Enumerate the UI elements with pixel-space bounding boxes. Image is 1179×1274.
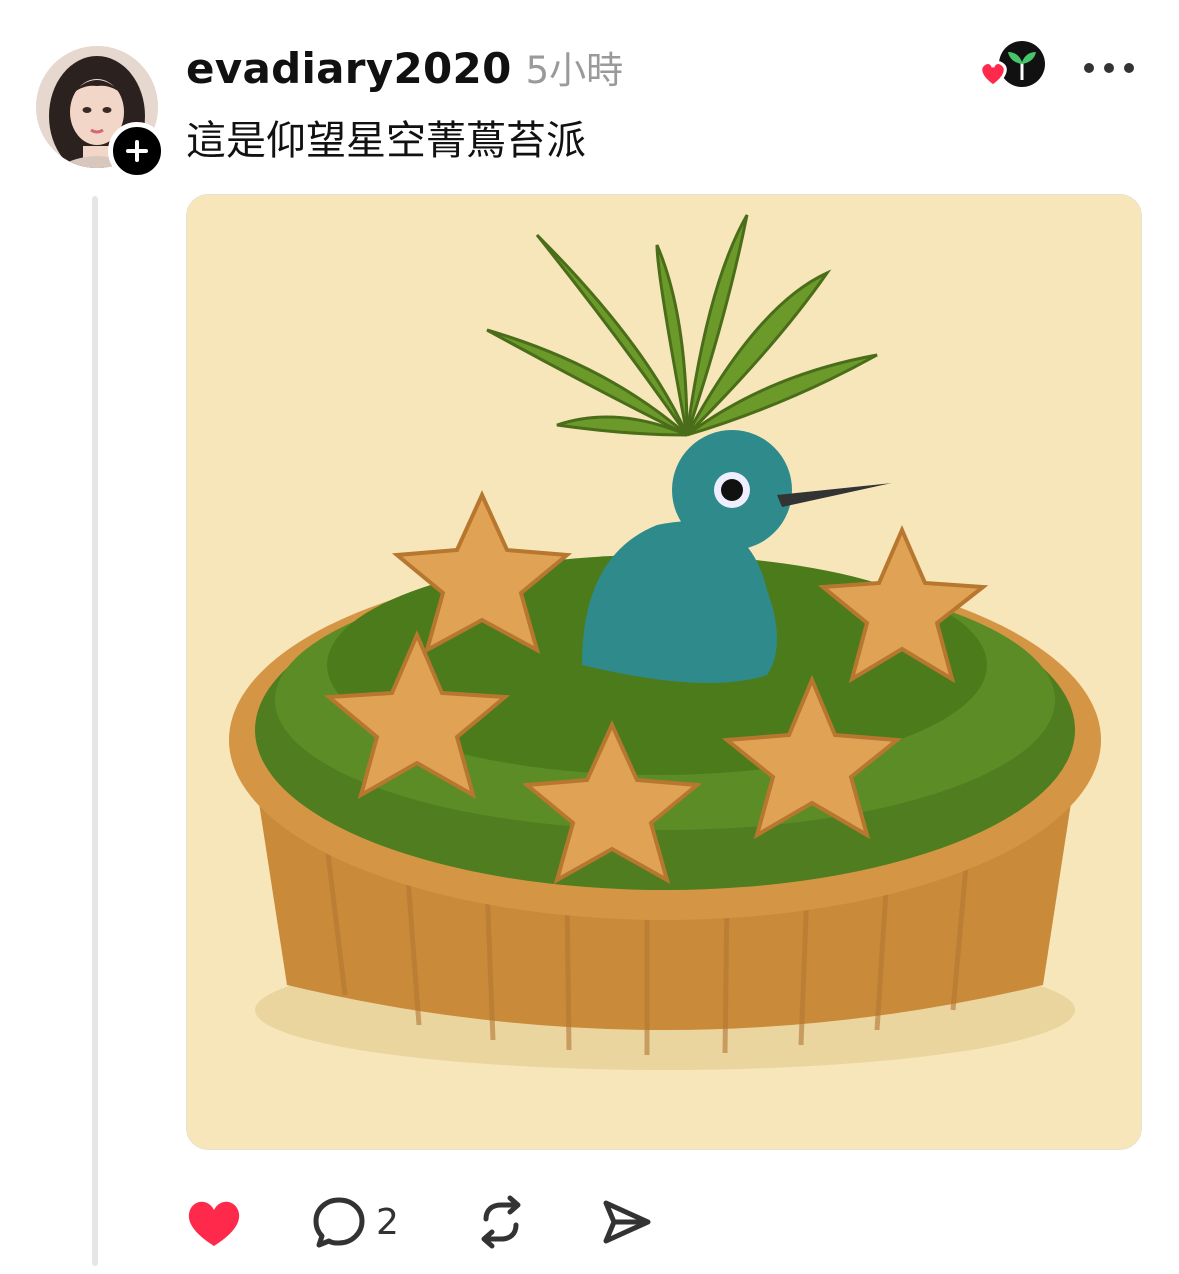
dot-icon — [1124, 63, 1134, 73]
post-image[interactable] — [186, 194, 1142, 1150]
post-text: 這是仰望星空菁蔦苔派 — [186, 118, 586, 164]
comment-count: 2 — [376, 1201, 399, 1243]
share-button[interactable] — [600, 1190, 654, 1254]
repost-button[interactable] — [474, 1190, 528, 1254]
star-moss-pie-illustration — [187, 195, 1141, 1149]
plus-icon — [126, 140, 148, 162]
post-header: evadiary2020 5小時 — [186, 40, 623, 98]
heart-filled-icon — [188, 1201, 240, 1246]
more-options-button[interactable] — [1084, 48, 1134, 88]
reaction-indicators[interactable] — [976, 40, 1050, 92]
comment-button[interactable]: 2 — [312, 1190, 399, 1254]
send-icon — [603, 1200, 651, 1244]
username[interactable]: evadiary2020 — [186, 44, 512, 93]
speech-bubble-icon — [313, 1197, 365, 1248]
follow-button[interactable] — [108, 122, 166, 180]
dot-icon — [1104, 63, 1114, 73]
repost-icon — [481, 1195, 521, 1249]
dot-icon — [1084, 63, 1094, 73]
thread-line — [92, 196, 98, 1266]
like-button[interactable] — [186, 1190, 242, 1254]
post-time: 5小時 — [525, 49, 624, 92]
post-actions: 2 — [186, 1190, 786, 1254]
